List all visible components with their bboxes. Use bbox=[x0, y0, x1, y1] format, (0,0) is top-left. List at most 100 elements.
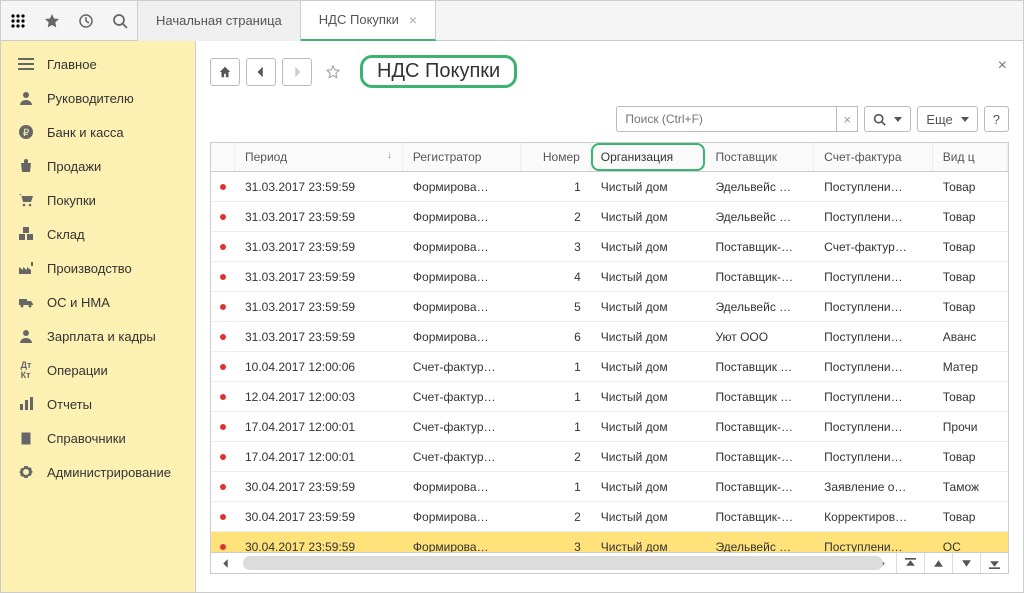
cell-org: Чистый дом bbox=[591, 330, 706, 344]
cell-registrator: Счет-фактур… bbox=[403, 390, 522, 404]
table-row[interactable]: 31.03.2017 23:59:59Формирова…6Чистый дом… bbox=[211, 322, 1008, 352]
cell-number: 1 bbox=[521, 420, 590, 434]
table-row[interactable]: 30.04.2017 23:59:59Формирова…2Чистый дом… bbox=[211, 502, 1008, 532]
scroll-bottom-icon[interactable] bbox=[980, 553, 1008, 573]
col-marker[interactable] bbox=[211, 143, 235, 171]
cell-kind: Тамож bbox=[933, 480, 1008, 494]
top-toolbar: Начальная страница НДС Покупки× bbox=[1, 1, 1023, 41]
sidebar-item-bank[interactable]: ₽Банк и касса bbox=[1, 115, 195, 149]
sidebar-item-references[interactable]: Справочники bbox=[1, 421, 195, 455]
cell-supplier: Эдельвейс … bbox=[705, 540, 814, 553]
cell-supplier: Поставщик-… bbox=[705, 270, 814, 284]
col-number[interactable]: Номер bbox=[521, 143, 590, 171]
chart-icon bbox=[17, 395, 35, 413]
cell-period: 30.04.2017 23:59:59 bbox=[235, 540, 403, 553]
hscrollbar[interactable] bbox=[243, 556, 864, 570]
cell-org: Чистый дом bbox=[591, 300, 706, 314]
sidebar-item-assets[interactable]: ОС и НМА bbox=[1, 285, 195, 319]
cell-registrator: Формирова… bbox=[403, 210, 522, 224]
scroll-top-icon[interactable] bbox=[896, 553, 924, 573]
favorite-icon[interactable] bbox=[318, 58, 348, 86]
table-row[interactable]: 31.03.2017 23:59:59Формирова…5Чистый дом… bbox=[211, 292, 1008, 322]
tab-home[interactable]: Начальная страница bbox=[137, 1, 301, 41]
sidebar-item-purchases[interactable]: Покупки bbox=[1, 183, 195, 217]
cell-invoice: Счет-фактур… bbox=[814, 240, 933, 254]
close-page-icon[interactable]: × bbox=[998, 57, 1007, 75]
cell-registrator: Формирова… bbox=[403, 270, 522, 284]
cell-period: 31.03.2017 23:59:59 bbox=[235, 270, 403, 284]
cell-kind: Матер bbox=[933, 360, 1008, 374]
hscroll-thumb[interactable] bbox=[243, 556, 883, 570]
table-row[interactable]: 17.04.2017 12:00:01Счет-фактур…1Чистый д… bbox=[211, 412, 1008, 442]
cell-invoice: Поступлени… bbox=[814, 210, 933, 224]
cell-invoice: Поступлени… bbox=[814, 180, 933, 194]
back-button[interactable] bbox=[246, 58, 276, 86]
sidebar-item-admin[interactable]: Администрирование bbox=[1, 455, 195, 489]
page-title: НДС Покупки bbox=[360, 55, 517, 88]
sidebar-item-hr[interactable]: Зарплата и кадры bbox=[1, 319, 195, 353]
cell-invoice: Поступлени… bbox=[814, 420, 933, 434]
scroll-down-icon[interactable] bbox=[952, 553, 980, 573]
table-row[interactable]: 12.04.2017 12:00:03Счет-фактур…1Чистый д… bbox=[211, 382, 1008, 412]
cell-invoice: Поступлени… bbox=[814, 330, 933, 344]
cell-org: Чистый дом bbox=[591, 180, 706, 194]
col-period[interactable]: Период↓ bbox=[235, 143, 403, 171]
cell-registrator: Формирова… bbox=[403, 300, 522, 314]
cell-invoice: Поступлени… bbox=[814, 300, 933, 314]
row-marker bbox=[211, 244, 235, 250]
close-icon[interactable]: × bbox=[409, 12, 417, 28]
sidebar-item-production[interactable]: Производство bbox=[1, 251, 195, 285]
clear-search-icon[interactable]: × bbox=[836, 106, 858, 132]
col-kind[interactable]: Вид ц bbox=[933, 143, 1008, 171]
cell-invoice: Поступлени… bbox=[814, 450, 933, 464]
cell-registrator: Формирова… bbox=[403, 540, 522, 553]
col-invoice[interactable]: Счет-фактура bbox=[814, 143, 933, 171]
table-row[interactable]: 31.03.2017 23:59:59Формирова…4Чистый дом… bbox=[211, 262, 1008, 292]
cell-period: 12.04.2017 12:00:03 bbox=[235, 390, 403, 404]
col-registrator[interactable]: Регистратор bbox=[403, 143, 522, 171]
table-row[interactable]: 30.04.2017 23:59:59Формирова…1Чистый дом… bbox=[211, 472, 1008, 502]
col-supplier[interactable]: Поставщик bbox=[705, 143, 814, 171]
search-input[interactable] bbox=[616, 106, 836, 132]
history-icon[interactable] bbox=[69, 1, 103, 41]
search-box: × bbox=[616, 106, 858, 132]
cell-period: 30.04.2017 23:59:59 bbox=[235, 480, 403, 494]
apps-icon[interactable] bbox=[1, 1, 35, 41]
table-row[interactable]: 10.04.2017 12:00:06Счет-фактур…1Чистый д… bbox=[211, 352, 1008, 382]
row-marker bbox=[211, 334, 235, 340]
sidebar-item-operations[interactable]: ДтКтОперации bbox=[1, 353, 195, 387]
sidebar-item-warehouse[interactable]: Склад bbox=[1, 217, 195, 251]
gear-icon bbox=[17, 463, 35, 481]
row-marker bbox=[211, 214, 235, 220]
col-org[interactable]: Организация bbox=[591, 143, 706, 171]
grid-header: Период↓ Регистратор Номер Организация По… bbox=[211, 143, 1008, 172]
search-menu-button[interactable] bbox=[864, 106, 911, 132]
cell-period: 31.03.2017 23:59:59 bbox=[235, 210, 403, 224]
tab-nds-pokupki[interactable]: НДС Покупки× bbox=[301, 1, 436, 41]
scroll-up-icon[interactable] bbox=[924, 553, 952, 573]
table-row[interactable]: 17.04.2017 12:00:01Счет-фактур…2Чистый д… bbox=[211, 442, 1008, 472]
sidebar-item-reports[interactable]: Отчеты bbox=[1, 387, 195, 421]
help-button[interactable]: ? bbox=[984, 106, 1009, 132]
home-button[interactable] bbox=[210, 58, 240, 86]
svg-text:₽: ₽ bbox=[23, 128, 30, 139]
row-marker bbox=[211, 364, 235, 370]
forward-button[interactable] bbox=[282, 58, 312, 86]
cell-period: 31.03.2017 23:59:59 bbox=[235, 330, 403, 344]
cell-supplier: Поставщик … bbox=[705, 390, 814, 404]
table-row[interactable]: 30.04.2017 23:59:59Формирова…3Чистый дом… bbox=[211, 532, 1008, 552]
more-button[interactable]: Еще bbox=[917, 106, 977, 132]
star-icon[interactable] bbox=[35, 1, 69, 41]
cell-kind: Товар bbox=[933, 390, 1008, 404]
cell-kind: Прочи bbox=[933, 420, 1008, 434]
sidebar-item-sales[interactable]: Продажи bbox=[1, 149, 195, 183]
table-row[interactable]: 31.03.2017 23:59:59Формирова…1Чистый дом… bbox=[211, 172, 1008, 202]
sidebar-item-main[interactable]: Главное bbox=[1, 47, 195, 81]
table-row[interactable]: 31.03.2017 23:59:59Формирова…3Чистый дом… bbox=[211, 232, 1008, 262]
scroll-left-icon[interactable] bbox=[211, 553, 239, 573]
cell-kind: Товар bbox=[933, 240, 1008, 254]
search-icon[interactable] bbox=[103, 1, 137, 41]
table-row[interactable]: 31.03.2017 23:59:59Формирова…2Чистый дом… bbox=[211, 202, 1008, 232]
factory-icon bbox=[17, 259, 35, 277]
sidebar-item-manager[interactable]: Руководителю bbox=[1, 81, 195, 115]
